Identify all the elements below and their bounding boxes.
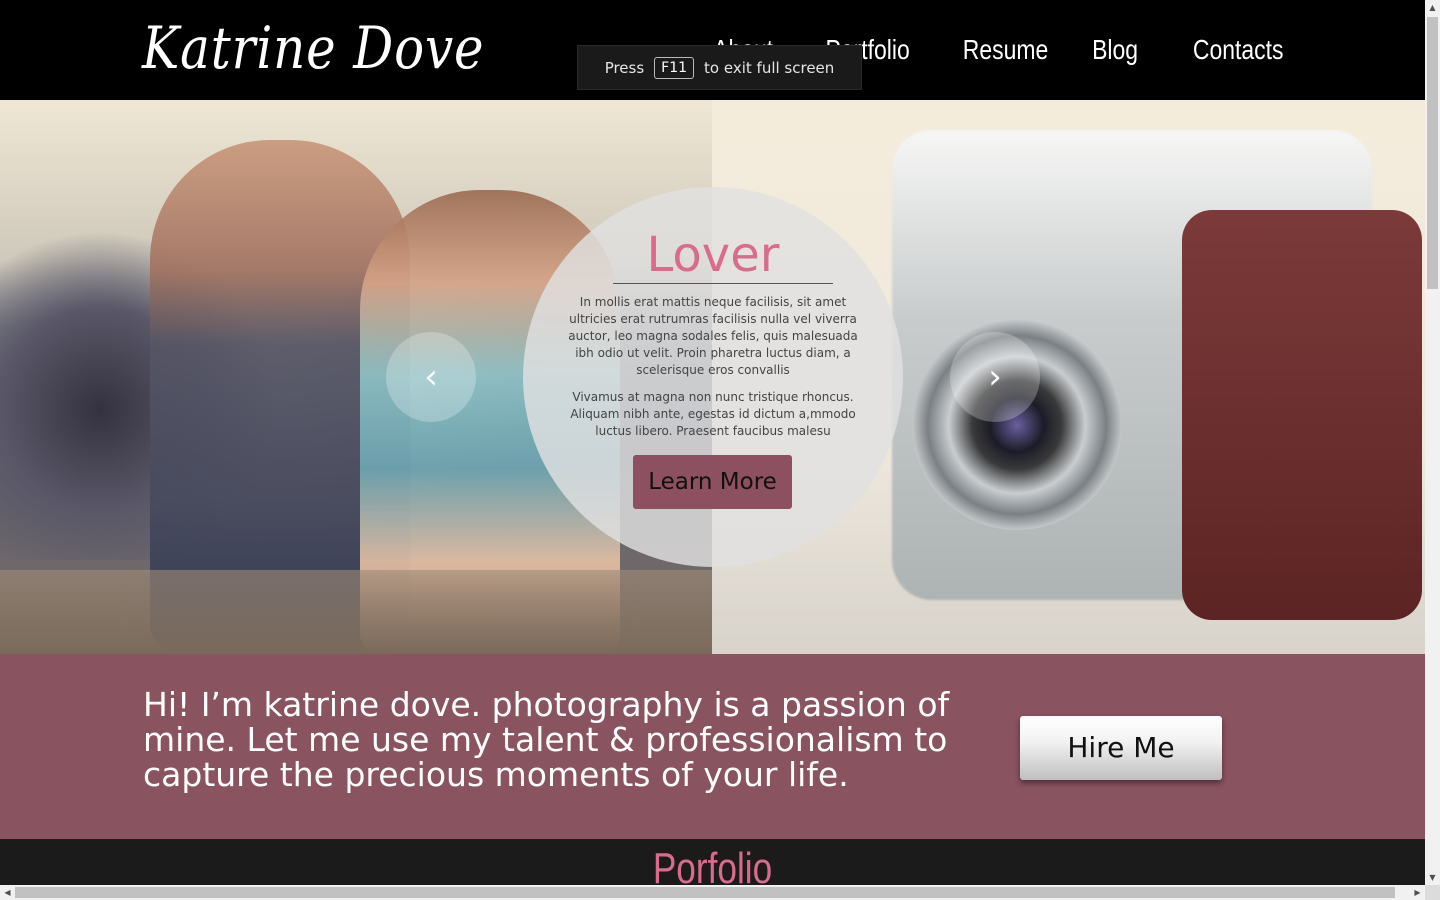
vertical-scroll-thumb[interactable] bbox=[1427, 17, 1438, 289]
fullscreen-notice-suffix: to exit full screen bbox=[704, 58, 835, 77]
fullscreen-notice-prefix: Press bbox=[604, 58, 645, 77]
fullscreen-notice: Press F11 to exit full screen bbox=[577, 45, 862, 90]
learn-more-button[interactable]: Learn More bbox=[633, 455, 792, 509]
vertical-scrollbar[interactable]: ▲ ▼ bbox=[1425, 0, 1440, 885]
scrollbar-corner bbox=[1425, 885, 1440, 900]
portfolio-section: Porfolio bbox=[0, 839, 1425, 893]
caption-title: Lover bbox=[646, 227, 780, 283]
f11-key-badge: F11 bbox=[654, 56, 695, 79]
intro-section: Hi! I’m katrine dove. photography is a p… bbox=[0, 654, 1425, 839]
scroll-left-icon[interactable]: ◀ bbox=[0, 885, 15, 900]
chevron-left-icon: ‹ bbox=[424, 357, 438, 397]
horizontal-scrollbar[interactable]: ◀ ▶ bbox=[0, 885, 1425, 900]
scroll-down-icon[interactable]: ▼ bbox=[1425, 870, 1440, 885]
nav-item-blog[interactable]: Blog bbox=[1093, 28, 1139, 72]
hero-slider: ‹ › Lover In mollis erat mattis neque fa… bbox=[0, 100, 1425, 654]
scroll-up-icon[interactable]: ▲ bbox=[1425, 0, 1440, 15]
hero-ground bbox=[0, 570, 712, 654]
scroll-right-icon[interactable]: ▶ bbox=[1410, 885, 1425, 900]
hire-me-button[interactable]: Hire Me bbox=[1020, 716, 1222, 780]
chevron-right-icon: › bbox=[988, 357, 1002, 397]
slider-next-button[interactable]: › bbox=[950, 332, 1040, 422]
nav-item-resume[interactable]: Resume bbox=[963, 28, 1048, 72]
camera-leather bbox=[1182, 210, 1422, 620]
slide-caption: Lover In mollis erat mattis neque facili… bbox=[523, 187, 903, 567]
nav-item-contacts[interactable]: Contacts bbox=[1192, 28, 1283, 72]
caption-paragraph: In mollis erat mattis neque facilisis, s… bbox=[568, 295, 858, 377]
site-logo[interactable]: Katrine Dove bbox=[142, 8, 484, 88]
slider-prev-button[interactable]: ‹ bbox=[386, 332, 476, 422]
caption-paragraph: Vivamus at magna non nunc tristique rhon… bbox=[570, 390, 856, 438]
intro-text: Hi! I’m katrine dove. photography is a p… bbox=[143, 685, 950, 794]
horizontal-scroll-thumb[interactable] bbox=[15, 887, 1395, 898]
caption-divider bbox=[613, 283, 833, 284]
